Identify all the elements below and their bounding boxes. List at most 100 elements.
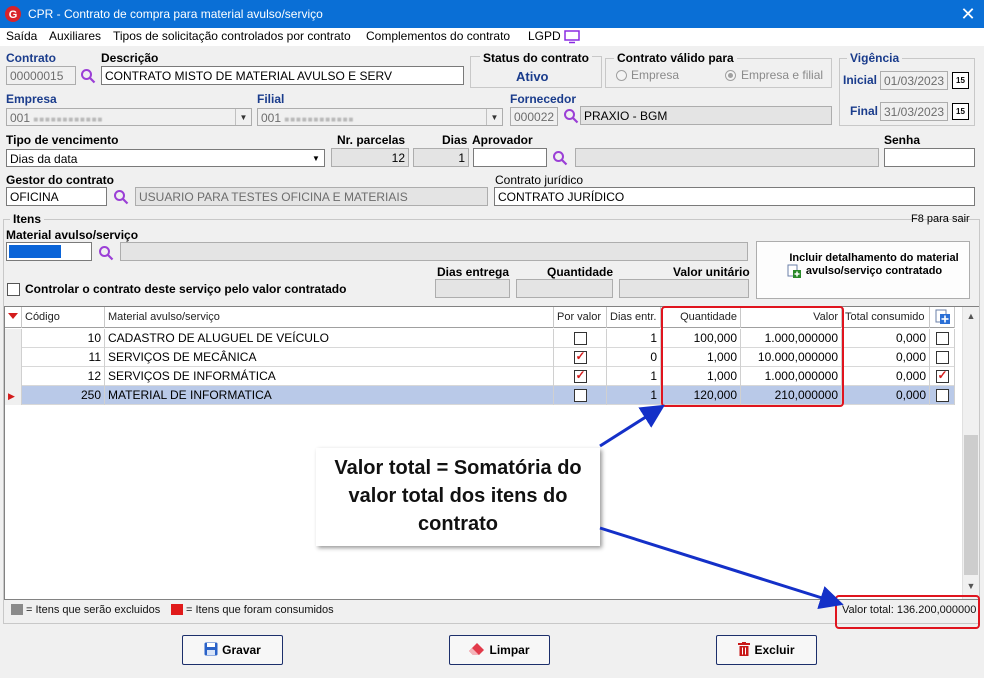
chevron-down-icon[interactable]: ▼ — [308, 150, 324, 166]
gestor-code-field[interactable]: OFICINA — [6, 187, 107, 206]
por-valor-checkbox[interactable] — [573, 332, 587, 346]
cell-material[interactable]: SERVIÇOS DE INFORMÁTICA — [105, 367, 554, 386]
cell-codigo[interactable]: 250 — [22, 386, 105, 405]
menu-complementos[interactable]: Complementos do contrato — [366, 29, 510, 43]
tipo-vencimento-combo[interactable]: Dias da data ▼ — [6, 149, 325, 167]
highlight-quantidade-valor — [661, 306, 844, 407]
por-valor-checkbox[interactable] — [573, 389, 587, 403]
inicial-label: Inicial — [843, 73, 878, 87]
cell-dias-entr[interactable]: 1 — [607, 329, 661, 348]
radio-empresa[interactable] — [616, 70, 627, 81]
monitor-icon[interactable] — [564, 30, 580, 44]
grid-col-por-valor[interactable]: Por valor — [554, 307, 607, 328]
calendar-icon[interactable]: 15 — [952, 103, 969, 120]
inicial-date-field[interactable]: 01/03/2023 — [880, 71, 948, 90]
row-indicator[interactable] — [5, 348, 22, 367]
empresa-redacted-text: ■■■■■■■■■■■■ — [33, 115, 104, 124]
cell-total-consumido[interactable]: 0,000 — [842, 386, 930, 405]
chevron-down-icon[interactable]: ▼ — [486, 109, 502, 125]
legend-excluidos-swatch — [11, 604, 23, 615]
cell-codigo[interactable]: 12 — [22, 367, 105, 386]
grid-col-add[interactable] — [930, 307, 955, 328]
scrollbar-thumb[interactable] — [964, 435, 978, 575]
scroll-up-icon[interactable]: ▲ — [963, 311, 979, 321]
descricao-field[interactable]: CONTRATO MISTO DE MATERIAL AVULSO E SERV — [101, 66, 464, 85]
cell-codigo[interactable]: 10 — [22, 329, 105, 348]
fornecedor-code-field[interactable]: 000022 — [510, 107, 558, 126]
gravar-button[interactable]: Gravar — [182, 635, 283, 665]
callout-line-2: valor total dos itens do — [348, 485, 568, 507]
trash-icon — [738, 642, 751, 656]
itens-title: Itens — [10, 212, 45, 226]
controlar-checkbox[interactable] — [7, 283, 20, 297]
cell-material[interactable]: CADASTRO DE ALUGUEL DE VEÍCULO — [105, 329, 554, 348]
close-icon[interactable]: ✕ — [956, 3, 980, 25]
menu-saida[interactable]: Saída — [6, 29, 37, 43]
juridico-field[interactable]: CONTRATO JURÍDICO — [494, 187, 975, 206]
scroll-down-icon[interactable]: ▼ — [963, 581, 979, 591]
grid-col-material[interactable]: Material avulso/serviço — [105, 307, 554, 328]
chevron-down-icon[interactable]: ▼ — [235, 109, 251, 125]
material-code-field[interactable] — [6, 242, 92, 261]
final-date-field[interactable]: 31/03/2023 — [880, 102, 948, 121]
search-icon[interactable] — [98, 245, 114, 261]
controlar-label: Controlar o contrato deste serviço pelo … — [25, 282, 347, 296]
quantidade-field — [516, 279, 613, 298]
grid-scrollbar[interactable]: ▲ ▼ — [962, 307, 979, 599]
aprovador-field[interactable] — [473, 148, 547, 167]
excluir-button[interactable]: Excluir — [716, 635, 817, 665]
cell-total-consumido[interactable]: 0,000 — [842, 329, 930, 348]
cell-dias-entr[interactable]: 1 — [607, 386, 661, 405]
menu-lgpd[interactable]: LGPD — [528, 29, 561, 43]
senha-field[interactable] — [884, 148, 975, 167]
consumido-checkbox[interactable] — [935, 351, 949, 365]
dias-entrega-label: Dias entrega — [437, 265, 510, 279]
grid-col-dias-entr[interactable]: Dias entr. — [607, 307, 661, 328]
sort-down-icon[interactable] — [8, 312, 18, 320]
tipo-vencimento-label: Tipo de vencimento — [6, 133, 119, 147]
radio-empresa-filial[interactable] — [725, 70, 736, 81]
add-row-icon[interactable] — [935, 309, 950, 324]
menu-auxiliares[interactable]: Auxiliares — [49, 29, 101, 43]
row-indicator[interactable]: ▶ — [5, 386, 22, 405]
contrato-field[interactable]: 00000015 — [6, 66, 76, 85]
search-icon[interactable] — [113, 189, 129, 205]
por-valor-checkbox[interactable] — [573, 368, 587, 384]
row-indicator[interactable] — [5, 367, 22, 386]
cell-material[interactable]: SERVIÇOS DE MECÂNICA — [105, 348, 554, 367]
grid-col-codigo[interactable]: Código — [22, 307, 105, 328]
itens-hint: F8 para sair — [911, 213, 970, 225]
cell-total-consumido[interactable]: 0,000 — [842, 348, 930, 367]
juridico-label: Contrato jurídico — [495, 173, 584, 187]
cell-dias-entr[interactable]: 0 — [607, 348, 661, 367]
radio-empresa-label: Empresa — [631, 68, 680, 82]
dias-entrega-field — [435, 279, 510, 298]
callout-line-3: contrato — [418, 513, 498, 535]
search-icon[interactable] — [563, 108, 579, 124]
cell-codigo[interactable]: 11 — [22, 348, 105, 367]
save-icon — [204, 642, 218, 656]
final-label: Final — [850, 104, 879, 118]
row-indicator[interactable] — [5, 329, 22, 348]
calendar-icon[interactable]: 15 — [952, 72, 969, 89]
por-valor-checkbox[interactable] — [573, 349, 587, 365]
dias-label: Dias — [442, 133, 468, 147]
add-document-icon — [787, 264, 801, 278]
grid-col-total-consumido[interactable]: Total consumido — [842, 307, 930, 328]
consumido-checkbox[interactable] — [935, 389, 949, 403]
filial-combo[interactable]: 001 ■■■■■■■■■■■■ ▼ — [257, 108, 503, 126]
cell-dias-entr[interactable]: 1 — [607, 367, 661, 386]
limpar-button[interactable]: Limpar — [449, 635, 550, 665]
eraser-icon — [469, 643, 485, 655]
cell-material[interactable]: MATERIAL DE INFORMATICA — [105, 386, 554, 405]
tipo-vencimento-value: Dias da data — [10, 152, 78, 166]
search-icon[interactable] — [552, 150, 568, 166]
search-icon[interactable] — [80, 68, 96, 84]
empresa-combo[interactable]: 001 ■■■■■■■■■■■■ ▼ — [6, 108, 252, 126]
radio-empresa-filial-label: Empresa e filial — [741, 68, 824, 82]
consumido-checkbox[interactable] — [935, 368, 949, 384]
incluir-detalhamento-label: Incluir detalhamento do material avulso/… — [789, 252, 959, 277]
consumido-checkbox[interactable] — [935, 332, 949, 346]
cell-total-consumido[interactable]: 0,000 — [842, 367, 930, 386]
menu-tipos-solicitacao[interactable]: Tipos de solicitação controlados por con… — [113, 29, 351, 43]
